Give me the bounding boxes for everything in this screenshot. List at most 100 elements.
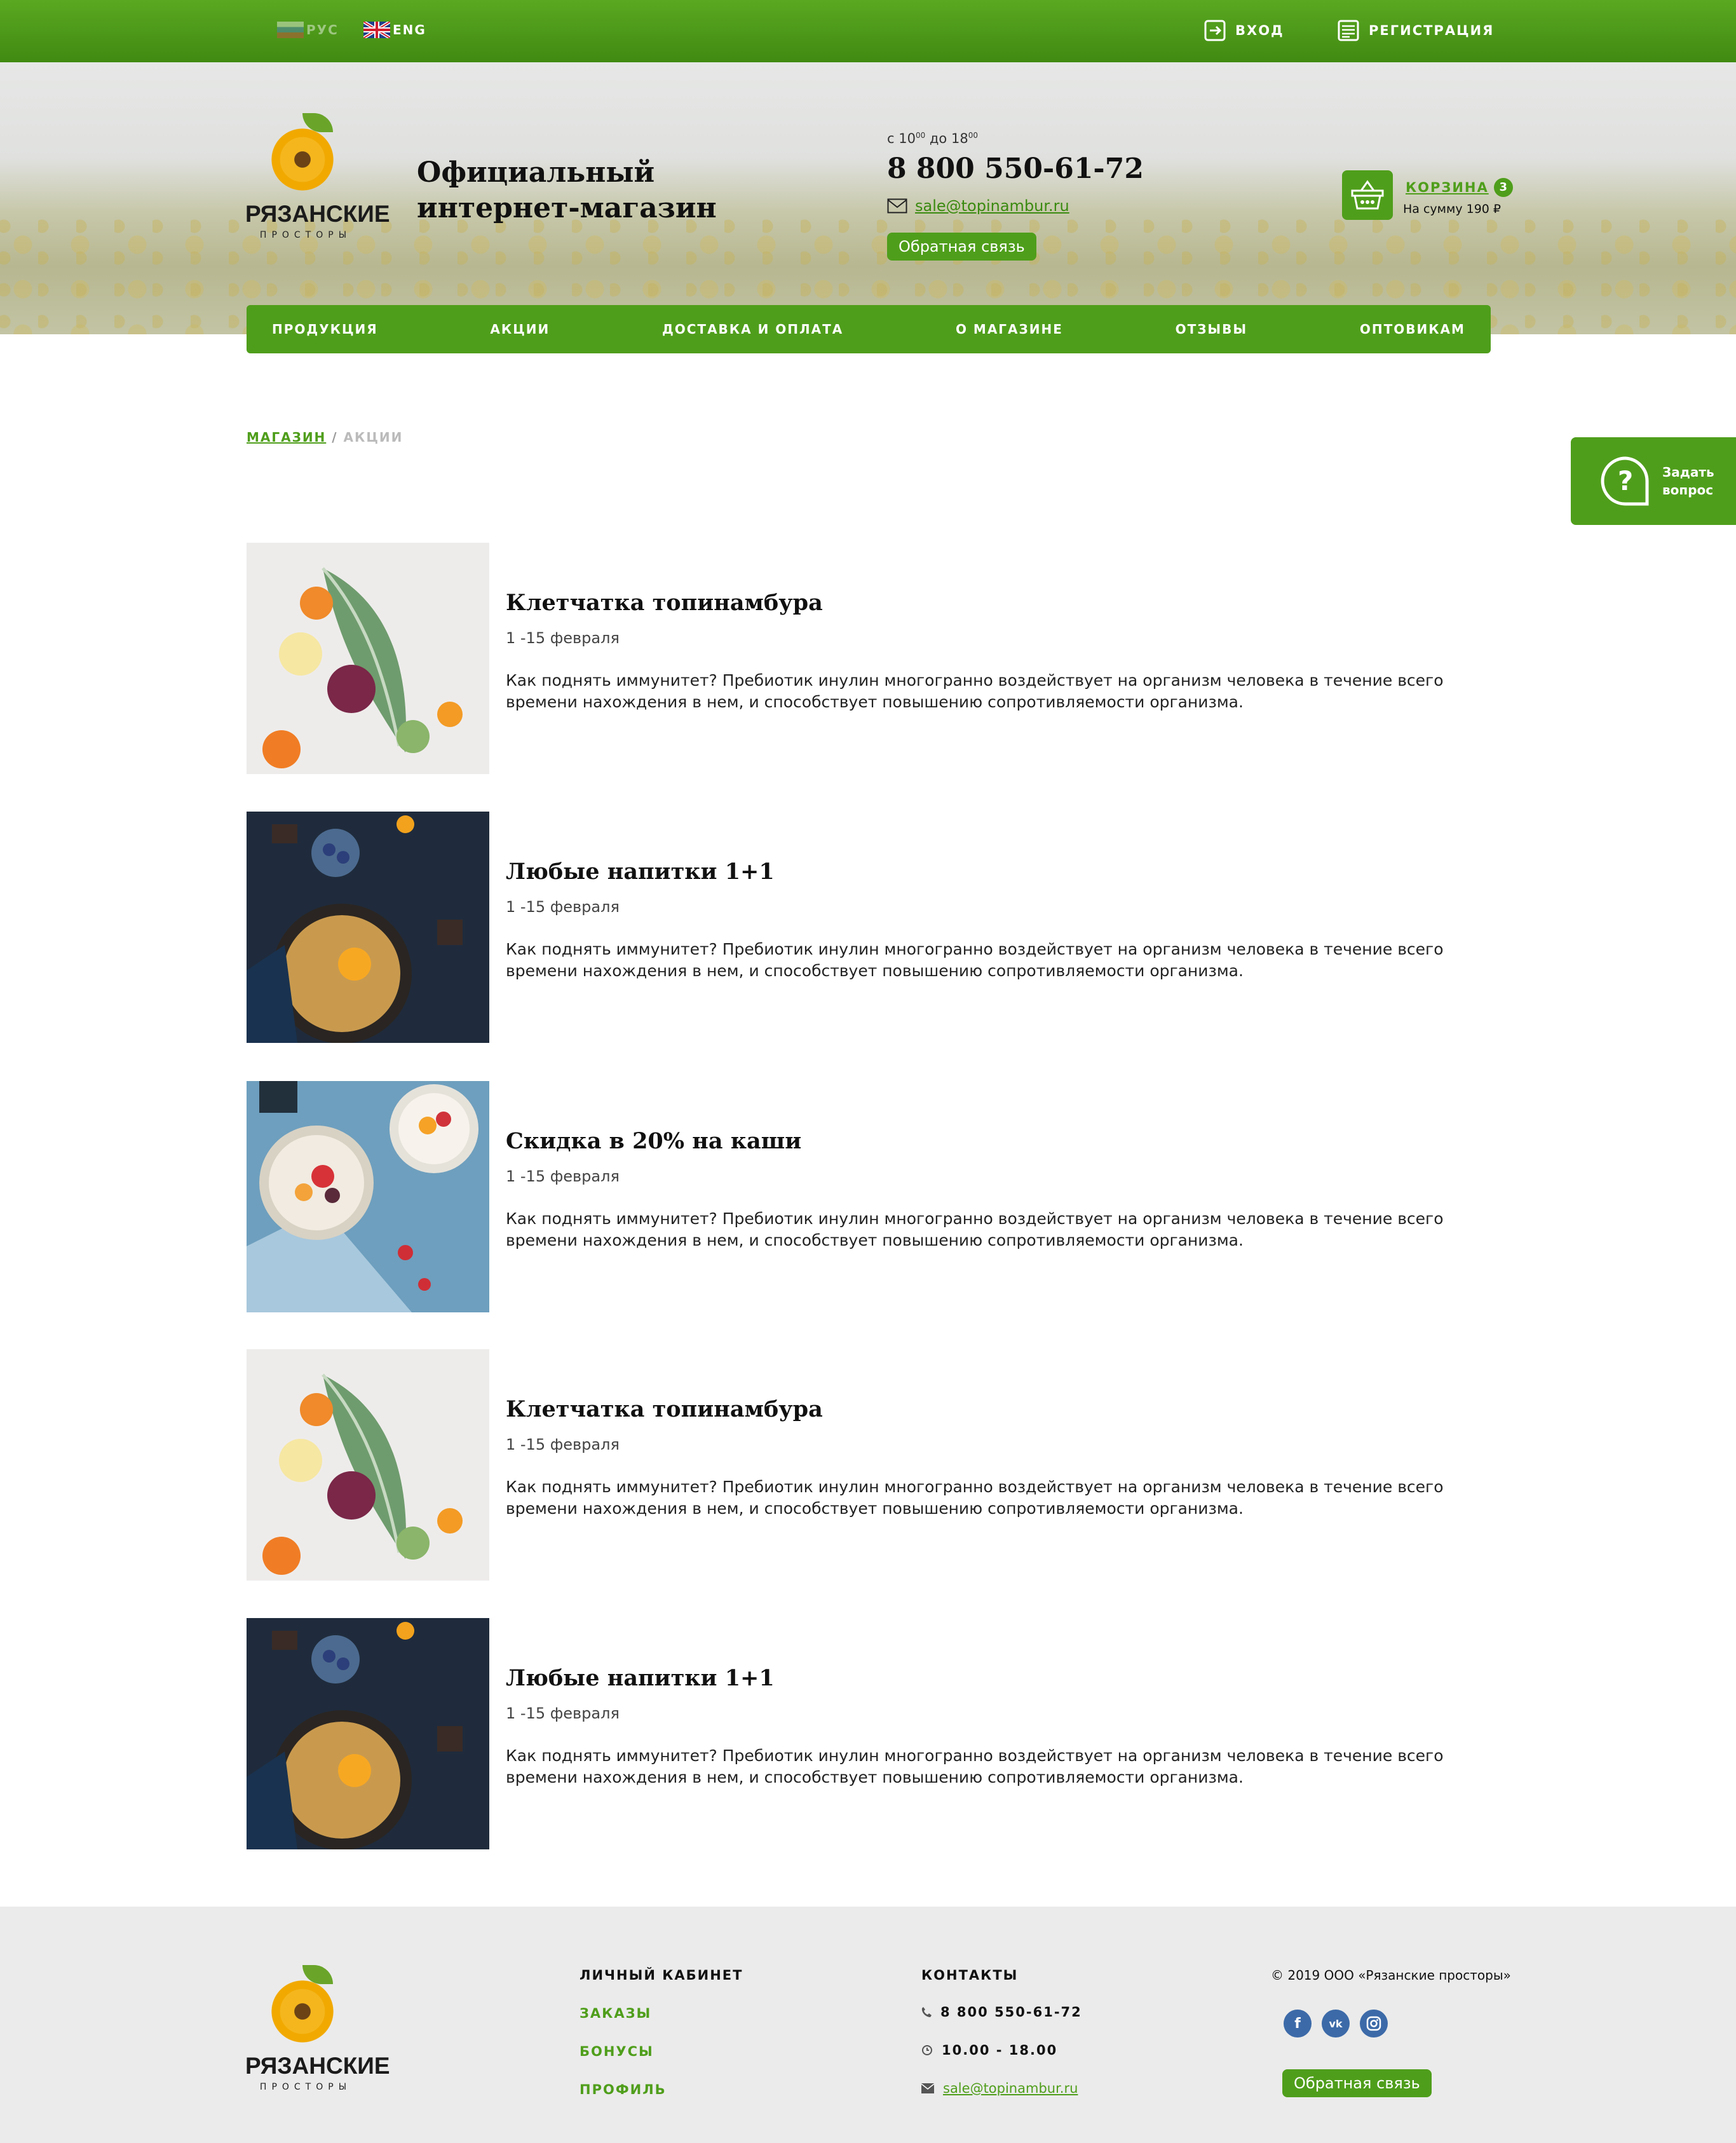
main-nav: ПРОДУКЦИЯ АКЦИИ ДОСТАВКА И ОПЛАТА О МАГА…	[247, 305, 1491, 353]
login-icon	[1204, 20, 1226, 41]
promo-item[interactable]: Скидка в 20% на каши 1 -15 февраля Как п…	[247, 1081, 1491, 1312]
promo-image-blue[interactable]	[247, 1081, 489, 1312]
top-bar: РУС ENG ВХОД РЕГИСТРАЦИЯ	[0, 0, 1736, 62]
footer-contacts-heading: КОНТАКТЫ	[921, 1968, 1019, 1983]
copyright: © 2019 ООО «Рязанские просторы»	[1271, 1968, 1511, 1983]
promo-title[interactable]: Скидка в 20% на каши	[506, 1128, 801, 1154]
facebook-icon[interactable]: f	[1284, 2010, 1312, 2038]
title-line2: интернет-магазин	[417, 192, 717, 224]
title-line1: Официальный	[417, 156, 655, 189]
promo-date: 1 -15 февраля	[506, 1436, 620, 1453]
footer: РЯЗАНСКИЕ ПРОСТОРЫ ЛИЧНЫЙ КАБИНЕТ ЗАКАЗЫ…	[0, 1907, 1736, 2143]
promo-date: 1 -15 февраля	[506, 629, 620, 647]
promo-description: Как поднять иммунитет? Пребиотик инулин …	[506, 1209, 1444, 1249]
oatmeal-photo-icon	[247, 812, 489, 1043]
porridge-photo-icon	[247, 1081, 489, 1312]
footer-link-orders[interactable]: ЗАКАЗЫ	[580, 2006, 651, 2021]
ask-label: Задать вопрос	[1662, 463, 1714, 499]
promo-item[interactable]: Любые напитки 1+1 1 -15 февраля Как подн…	[247, 1618, 1491, 1849]
cart-label: КОРЗИНА	[1406, 180, 1489, 195]
promo-item[interactable]: Клетчатка топинамбура 1 -15 февраля Как …	[247, 543, 1491, 774]
lang-en-button[interactable]: ENG	[363, 22, 426, 38]
svg-text:?: ?	[1618, 465, 1633, 496]
header-phone[interactable]: 8 800 550-61-72	[887, 153, 1144, 185]
sunflower-icon	[268, 125, 337, 194]
cart-sum: На сумму 190 ₽	[1403, 202, 1502, 216]
sunflower-icon	[268, 1976, 337, 2046]
promo-item[interactable]: Любые напитки 1+1 1 -15 февраля Как подн…	[247, 812, 1491, 1043]
nav-about[interactable]: О МАГАЗИНЕ	[956, 322, 1063, 337]
register-icon	[1338, 20, 1359, 41]
footer-feedback-button[interactable]: Обратная связь	[1282, 2069, 1432, 2097]
footer-account-heading: ЛИЧНЫЙ КАБИНЕТ	[580, 1968, 743, 1983]
promo-description: Как поднять иммунитет? Пребиотик инулин …	[506, 1478, 1444, 1518]
promo-description: Как поднять иммунитет? Пребиотик инулин …	[506, 1746, 1444, 1786]
nav-wholesale[interactable]: ОПТОВИКАМ	[1360, 322, 1465, 337]
footer-phone[interactable]: 8 800 550-61-72	[921, 2004, 1082, 2020]
envelope-icon	[887, 198, 907, 214]
promo-title[interactable]: Клетчатка топинамбура	[506, 590, 823, 616]
login-button[interactable]: ВХОД	[1204, 19, 1284, 42]
promo-image-kale[interactable]	[247, 543, 489, 774]
promo-date: 1 -15 февраля	[506, 1704, 620, 1722]
promo-description: Как поднять иммунитет? Пребиотик инулин …	[506, 940, 1444, 980]
question-bubble-icon: ?	[1601, 456, 1649, 506]
footer-hours: 10.00 - 18.00	[921, 2043, 1057, 2058]
header-email: sale@topinambur.ru	[915, 197, 1069, 215]
footer-link-bonuses[interactable]: БОНУСЫ	[580, 2044, 654, 2059]
kale-photo-icon	[247, 1349, 489, 1581]
nav-delivery[interactable]: ДОСТАВКА И ОПЛАТА	[662, 322, 843, 337]
promo-image-dark[interactable]	[247, 812, 489, 1043]
promo-description: Как поднять иммунитет? Пребиотик инулин …	[506, 671, 1444, 711]
breadcrumb-separator: /	[332, 430, 338, 445]
breadcrumb: МАГАЗИН / АКЦИИ	[247, 430, 403, 445]
basket-icon	[1351, 180, 1384, 210]
hours-to: до 18	[925, 131, 968, 146]
work-hours: с 1000 до 1800	[887, 131, 978, 146]
breadcrumb-current: АКЦИИ	[343, 430, 403, 445]
promo-title[interactable]: Клетчатка топинамбура	[506, 1396, 823, 1422]
cart-count-badge: 3	[1493, 178, 1513, 197]
cart-link[interactable]: КОРЗИНА 3	[1406, 178, 1513, 197]
logo-sub: ПРОСТОРЫ	[259, 230, 352, 240]
promo-title[interactable]: Любые напитки 1+1	[506, 1665, 775, 1691]
footer-email[interactable]: sale@topinambur.ru	[921, 2081, 1078, 2096]
kale-photo-icon	[247, 543, 489, 774]
footer-link-profile[interactable]: ПРОФИЛЬ	[580, 2082, 667, 2097]
ask-question-button[interactable]: ? Задать вопрос	[1571, 437, 1736, 525]
nav-products[interactable]: ПРОДУКЦИЯ	[272, 322, 378, 337]
mail-icon	[921, 2083, 934, 2093]
promo-title[interactable]: Любые напитки 1+1	[506, 859, 775, 885]
feedback-button[interactable]: Обратная связь	[887, 233, 1036, 261]
register-button[interactable]: РЕГИСТРАЦИЯ	[1337, 19, 1494, 42]
nav-promotions[interactable]: АКЦИИ	[490, 322, 550, 337]
ask-line2: вопрос	[1662, 482, 1714, 498]
footer-phone-text: 8 800 550-61-72	[940, 2004, 1082, 2020]
footer-logo-sub: ПРОСТОРЫ	[259, 2082, 352, 2092]
hours-from-sup: 00	[915, 131, 926, 140]
hours-to-sup: 00	[968, 131, 978, 140]
breadcrumb-shop[interactable]: МАГАЗИН	[247, 430, 326, 445]
lang-en-label: ENG	[393, 22, 426, 37]
vk-icon[interactable]: vk	[1322, 2010, 1350, 2038]
russia-flag-icon	[277, 22, 304, 38]
promo-date: 1 -15 февраля	[506, 898, 620, 916]
footer-logo-brand: РЯЗАНСКИЕ	[245, 2053, 390, 2079]
nav-reviews[interactable]: ОТЗЫВЫ	[1176, 322, 1248, 337]
lang-ru-label: РУС	[306, 22, 339, 37]
promo-item[interactable]: Клетчатка топинамбура 1 -15 февраля Как …	[247, 1349, 1491, 1581]
lang-ru-button[interactable]: РУС	[277, 22, 339, 38]
header-email-link[interactable]: sale@topinambur.ru	[887, 197, 1069, 215]
footer-logo[interactable]: РЯЗАНСКИЕ ПРОСТОРЫ	[245, 1965, 390, 2099]
site-title: Официальный интернет-магазин	[417, 155, 717, 226]
register-label: РЕГИСТРАЦИЯ	[1369, 23, 1495, 38]
instagram-icon[interactable]	[1360, 2010, 1388, 2038]
footer-hours-text: 10.00 - 18.00	[942, 2043, 1058, 2058]
footer-email-text: sale@topinambur.ru	[943, 2081, 1078, 2096]
promo-image-dark[interactable]	[247, 1618, 489, 1849]
promo-image-kale[interactable]	[247, 1349, 489, 1581]
oatmeal-photo-icon	[247, 1618, 489, 1849]
instagram-glyph-icon	[1366, 2016, 1381, 2031]
cart-button[interactable]	[1342, 170, 1393, 220]
site-logo[interactable]: РЯЗАНСКИЕ ПРОСТОРЫ	[245, 113, 390, 247]
